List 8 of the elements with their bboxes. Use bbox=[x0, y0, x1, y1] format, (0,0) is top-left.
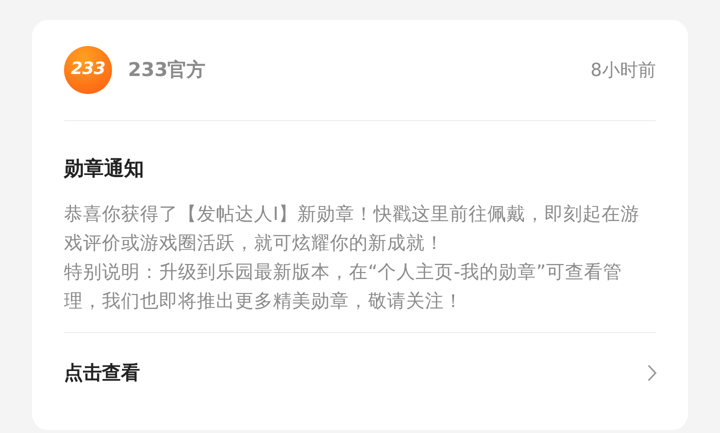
sender-name: 233官方 bbox=[128, 58, 206, 83]
message-paragraph: 恭喜你获得了【发帖达人I】新勋章！快戳这里前往佩戴，即刻起在游戏评价或游戏圈活跃，就可炫耀你的新成就！ bbox=[64, 203, 640, 256]
logo: 233 bbox=[64, 46, 112, 94]
message-title: 勋章通知 bbox=[64, 155, 145, 182]
message-paragraph: 特别说明：升级到乐园最新版本，在“个人主页-我的勋章”可查看管理，我们也即将推出更多精美勋章，敬请关注！ bbox=[64, 261, 623, 314]
timestamp: 8小时前 bbox=[590, 58, 656, 82]
chevron-right-icon bbox=[647, 364, 657, 382]
view-link[interactable]: 点击查看 bbox=[64, 333, 656, 417]
